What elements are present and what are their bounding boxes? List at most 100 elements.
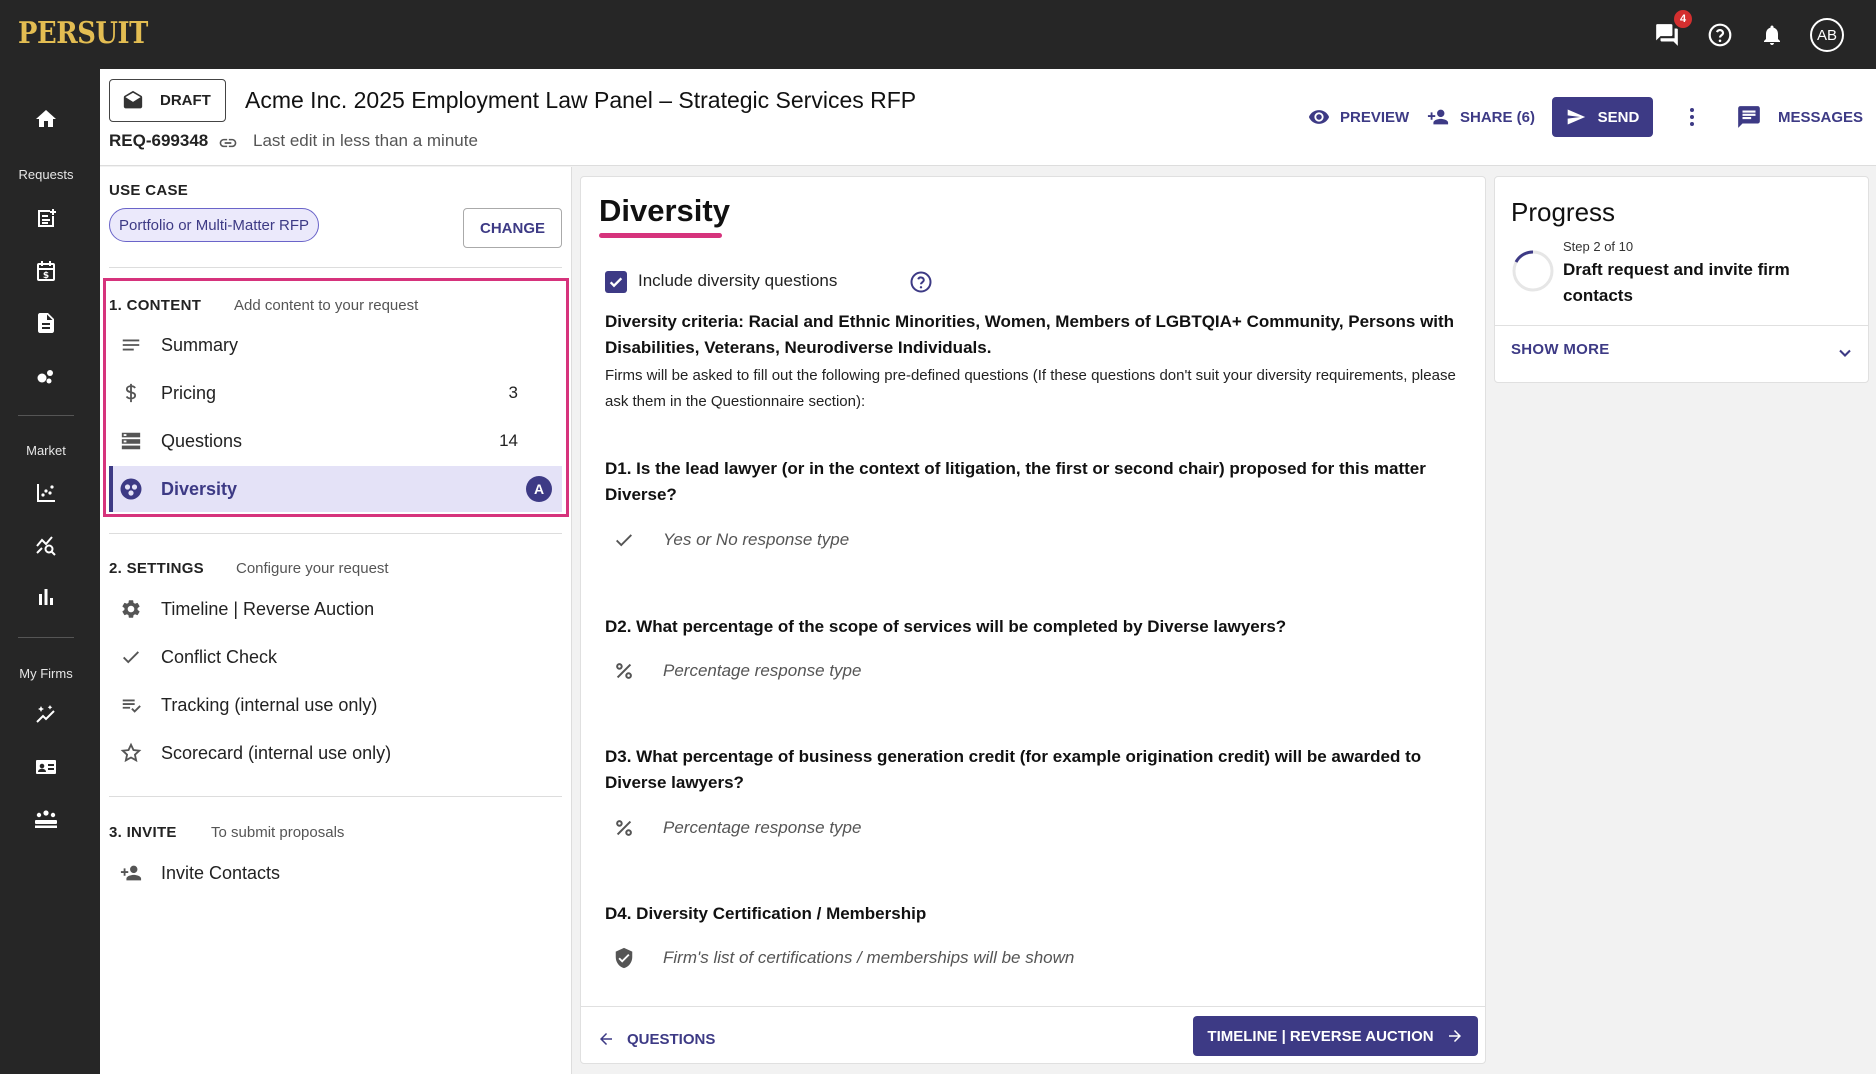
sidebar-item-label: Pricing xyxy=(161,382,217,403)
next-timeline-button[interactable]: TIMELINE | REVERSE AUCTION xyxy=(1193,1016,1478,1056)
chevron-down-icon[interactable] xyxy=(1835,343,1855,368)
response-label: Firm's list of certifications / membersh… xyxy=(663,948,1075,967)
next-label: TIMELINE | REVERSE AUCTION xyxy=(1207,1027,1434,1045)
help-icon[interactable] xyxy=(1703,18,1737,52)
scatter-chart-icon[interactable] xyxy=(30,477,62,509)
sidebar-item-conflict-check[interactable]: Conflict Check xyxy=(109,634,562,680)
sidebar-item-invite-contacts[interactable]: Invite Contacts xyxy=(109,850,562,896)
request-sections-panel: USE CASE Portfolio or Multi-Matter RFP C… xyxy=(100,167,572,1074)
progress-step: Step 2 of 10 xyxy=(1563,239,1634,254)
rail-divider xyxy=(18,415,74,416)
bell-icon[interactable] xyxy=(1755,18,1789,52)
change-use-case-button[interactable]: CHANGE xyxy=(463,208,562,248)
request-id: REQ-699348 xyxy=(109,131,209,150)
link-icon[interactable] xyxy=(218,133,238,158)
include-diversity-label[interactable]: Include diversity questions xyxy=(638,271,837,291)
title-underline xyxy=(599,233,722,238)
divider xyxy=(109,796,562,797)
footer-divider xyxy=(581,1006,1485,1007)
arrow-left-icon xyxy=(600,1033,612,1045)
response-type: Yes or No response type xyxy=(611,527,849,553)
invite-subheading: To submit proposals xyxy=(211,824,345,841)
messages-badge: 4 xyxy=(1674,10,1692,28)
divider xyxy=(109,533,562,534)
use-case-chip[interactable]: Portfolio or Multi-Matter RFP xyxy=(109,208,320,242)
messages-label: MESSAGES xyxy=(1778,108,1864,126)
document-icon[interactable] xyxy=(30,307,62,339)
person-add-icon xyxy=(119,861,143,885)
contact-card-icon[interactable] xyxy=(30,751,62,783)
chat-icon[interactable]: 4 xyxy=(1650,10,1692,52)
calendar-dollar-icon[interactable]: $ xyxy=(30,255,62,287)
send-button[interactable]: SEND xyxy=(1552,97,1653,137)
persuit-logo[interactable]: PERSUIT xyxy=(18,16,148,51)
question-title: D1. Is the lead lawyer (or in the contex… xyxy=(605,459,1426,504)
content-subheading: Add content to your request xyxy=(234,297,419,314)
response-type: Percentage response type xyxy=(611,658,861,684)
diversity-panel: Diversity Include diversity questions Di… xyxy=(580,176,1486,1064)
sidebar-item-tracking[interactable]: Tracking (internal use only) xyxy=(109,682,562,728)
home-icon[interactable] xyxy=(30,103,62,135)
team-icon[interactable] xyxy=(30,803,62,835)
rail-label-myfirms: My Firms xyxy=(19,666,73,681)
top-bar: PERSUIT 4 AB xyxy=(0,0,1876,69)
checkmark-icon xyxy=(609,277,623,288)
request-header: DRAFT Acme Inc. 2025 Employment Law Pane… xyxy=(100,69,1876,166)
progress-title: Progress xyxy=(1511,197,1616,227)
bubbles-icon[interactable] xyxy=(30,359,62,391)
question-title: D3. What percentage of business generati… xyxy=(605,747,1422,792)
response-type: Firm's list of certifications / membersh… xyxy=(611,945,1074,971)
help-circle-icon[interactable] xyxy=(909,270,933,299)
back-to-questions-button[interactable]: QUESTIONS xyxy=(597,1022,715,1056)
notes-icon xyxy=(119,333,143,357)
divider xyxy=(109,267,562,268)
sidebar-item-summary[interactable]: Summary xyxy=(109,322,562,368)
sidebar-item-label: Invite Contacts xyxy=(161,862,281,883)
draft-label: DRAFT xyxy=(160,92,211,109)
shield-check-icon xyxy=(611,945,637,971)
more-options-icon[interactable] xyxy=(1680,105,1704,134)
settings-subheading: Configure your request xyxy=(236,560,389,577)
response-label: Yes or No response type xyxy=(663,530,850,549)
include-diversity-checkbox[interactable] xyxy=(605,271,627,293)
response-label: Percentage response type xyxy=(663,661,862,680)
bar-chart-icon[interactable] xyxy=(30,581,62,613)
share-button[interactable]: SHARE (6) xyxy=(1426,97,1535,137)
sidebar-item-label: Scorecard (internal use only) xyxy=(161,742,392,763)
pricing-count: 3 xyxy=(508,383,518,402)
avatar[interactable]: AB xyxy=(1810,18,1844,52)
diversity-criteria: Diversity criteria: Racial and Ethnic Mi… xyxy=(605,312,1455,357)
arrow-right-icon xyxy=(1448,1030,1461,1042)
preview-button[interactable]: PREVIEW xyxy=(1308,97,1409,137)
sparkle-chart-icon[interactable] xyxy=(30,699,62,731)
sidebar-item-label: Conflict Check xyxy=(161,646,278,667)
sidebar-item-scorecard[interactable]: Scorecard (internal use only) xyxy=(109,730,562,776)
question-title: D4. Diversity Certification / Membership xyxy=(605,904,927,923)
rail-label-market: Market xyxy=(26,443,66,458)
diversity-icon xyxy=(119,477,143,501)
sidebar-item-diversity[interactable]: Diversity A xyxy=(109,466,562,512)
rail-label-requests: Requests xyxy=(18,167,74,182)
request-title: Acme Inc. 2025 Employment Law Panel – St… xyxy=(245,87,917,113)
sidebar-item-timeline[interactable]: Timeline | Reverse Auction xyxy=(109,586,562,632)
draft-status-chip[interactable]: DRAFT xyxy=(109,79,226,122)
progress-card: Progress Step 2 of 10 Draft request and … xyxy=(1494,176,1869,383)
settings-heading: 2. SETTINGS xyxy=(109,560,204,577)
sidebar-item-pricing[interactable]: Pricing 3 xyxy=(109,370,562,416)
drafts-icon xyxy=(120,88,146,114)
response-label: Percentage response type xyxy=(663,818,862,837)
playlist-check-icon xyxy=(119,693,143,717)
eye-icon xyxy=(1308,110,1330,124)
sidebar-item-questions[interactable]: Questions 14 xyxy=(109,418,562,464)
sidebar-item-label: Summary xyxy=(161,334,239,355)
divider xyxy=(1495,325,1868,326)
messages-button[interactable]: MESSAGES xyxy=(1736,97,1863,137)
show-more-button[interactable]: SHOW MORE xyxy=(1511,341,1610,358)
response-type: Percentage response type xyxy=(611,815,861,841)
list-icon xyxy=(119,429,143,453)
question-title: D2. What percentage of the scope of serv… xyxy=(605,617,1287,636)
gear-icon xyxy=(119,597,143,621)
sidebar-item-label: Timeline | Reverse Auction xyxy=(161,598,375,619)
market-search-icon[interactable] xyxy=(30,529,62,561)
new-request-icon[interactable] xyxy=(30,203,62,235)
